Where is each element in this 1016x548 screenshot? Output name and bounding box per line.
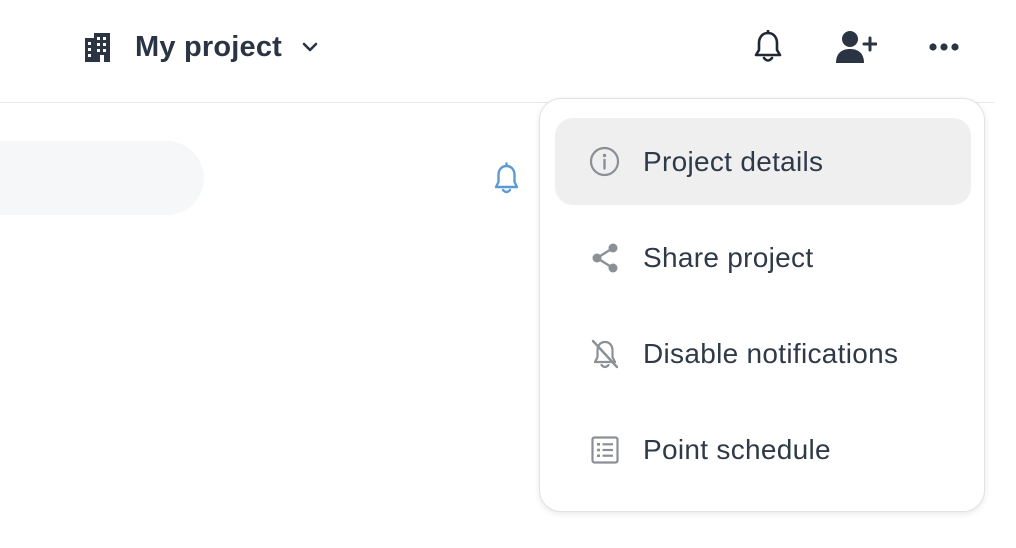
invite-user-button[interactable] <box>834 28 878 66</box>
menu-item-point-schedule[interactable]: Point schedule <box>555 406 971 493</box>
add-user-icon <box>836 31 877 63</box>
building-icon <box>85 32 110 62</box>
menu-item-project-details[interactable]: Project details <box>555 118 971 205</box>
share-icon <box>588 241 621 274</box>
app-screen: My project Project details Share project… <box>0 0 1016 548</box>
bell-icon <box>754 30 782 62</box>
project-name: My project <box>135 30 283 63</box>
chevron-down-icon <box>302 42 318 52</box>
project-options-menu: Project details Share project Disable no… <box>539 98 985 512</box>
menu-item-disable-notifications[interactable]: Disable notifications <box>555 310 971 397</box>
bell-icon[interactable] <box>491 162 522 196</box>
project-switcher[interactable]: My project <box>82 28 320 66</box>
menu-item-label: Disable notifications <box>643 337 899 369</box>
more-options-button[interactable] <box>924 32 964 62</box>
menu-item-label: Point schedule <box>643 433 831 465</box>
more-horizontal-icon <box>929 43 959 51</box>
menu-item-label: Share project <box>643 241 814 273</box>
bell-off-icon <box>588 337 621 370</box>
search-field[interactable] <box>0 141 204 215</box>
menu-item-share-project[interactable]: Share project <box>555 214 971 301</box>
notifications-button[interactable] <box>750 29 786 65</box>
info-icon <box>588 145 621 178</box>
list-icon <box>588 433 621 466</box>
menu-item-label: Project details <box>643 145 824 177</box>
